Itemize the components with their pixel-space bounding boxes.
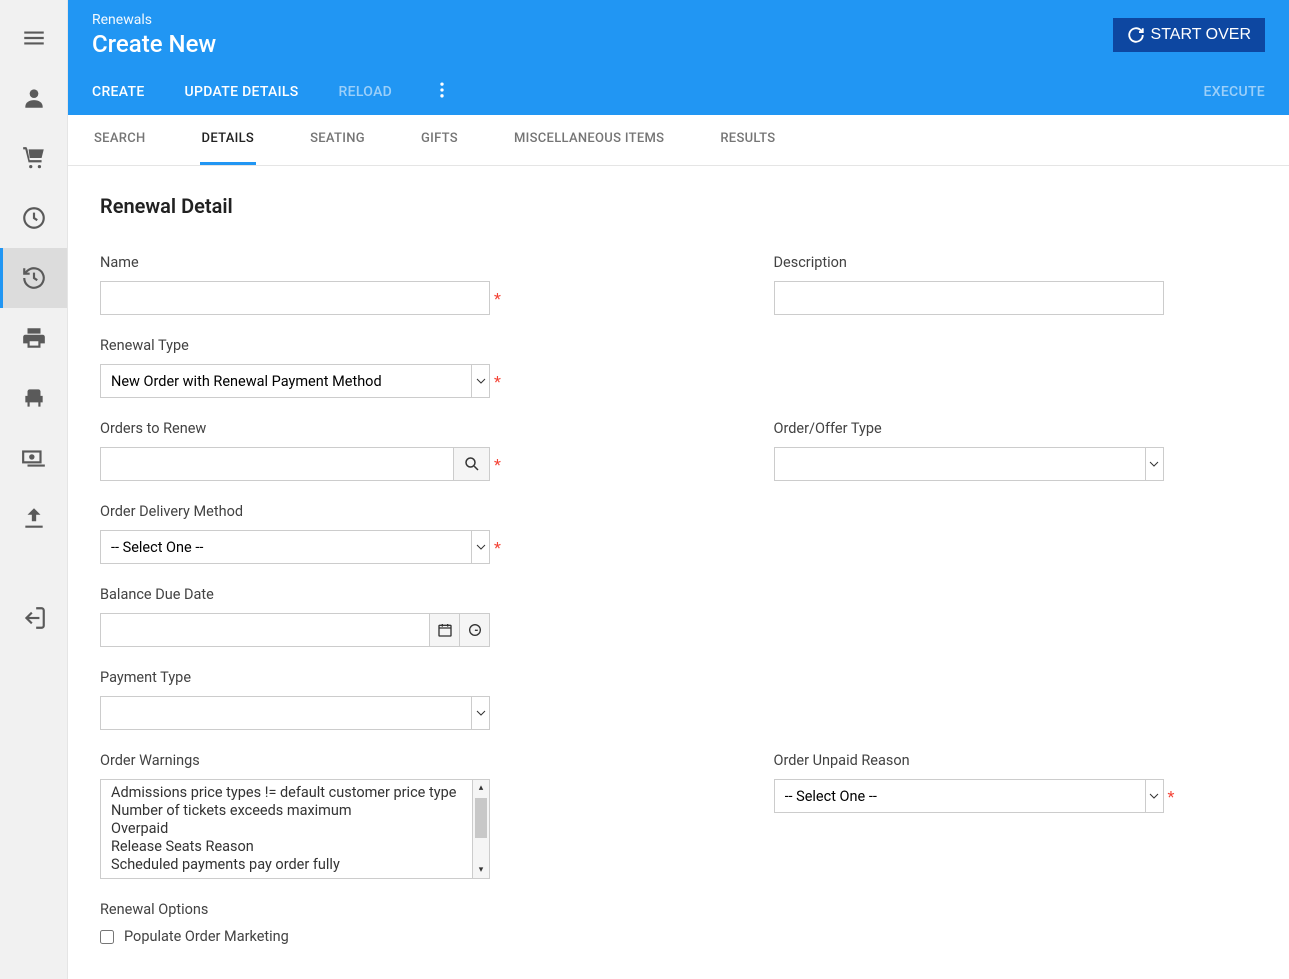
page-title: Create New bbox=[92, 30, 216, 58]
cart-icon[interactable] bbox=[0, 128, 67, 188]
user-icon[interactable] bbox=[0, 68, 67, 128]
chevron-down-icon[interactable] bbox=[472, 696, 490, 730]
action-reload: RELOAD bbox=[339, 84, 393, 100]
renewal-type-select[interactable] bbox=[100, 364, 472, 398]
delivery-method-select[interactable] bbox=[100, 530, 472, 564]
order-warnings-label: Order Warnings bbox=[100, 752, 584, 769]
description-input[interactable] bbox=[774, 281, 1164, 315]
unpaid-reason-select[interactable] bbox=[774, 779, 1146, 813]
refresh-icon bbox=[1127, 26, 1145, 44]
print-icon[interactable] bbox=[0, 308, 67, 368]
unpaid-reason-label: Order Unpaid Reason bbox=[774, 752, 1258, 769]
tab-seating[interactable]: SEATING bbox=[308, 115, 367, 165]
required-marker: * bbox=[494, 289, 501, 308]
more-icon[interactable] bbox=[432, 80, 452, 104]
scroll-up-icon[interactable]: ▴ bbox=[473, 780, 489, 796]
chevron-down-icon[interactable] bbox=[472, 530, 490, 564]
list-item[interactable]: Overpaid bbox=[101, 820, 472, 838]
action-execute: EXECUTE bbox=[1204, 84, 1266, 100]
payment-type-select[interactable] bbox=[100, 696, 472, 730]
renewal-type-label: Renewal Type bbox=[100, 337, 584, 354]
orders-to-renew-input[interactable] bbox=[100, 447, 454, 481]
required-marker: * bbox=[494, 372, 501, 391]
menu-icon[interactable] bbox=[0, 8, 67, 68]
required-marker: * bbox=[494, 455, 501, 474]
orders-to-renew-label: Orders to Renew bbox=[100, 420, 584, 437]
seat-icon[interactable] bbox=[0, 368, 67, 428]
search-icon[interactable] bbox=[454, 447, 490, 481]
tab-results[interactable]: RESULTS bbox=[718, 115, 777, 165]
logout-icon[interactable] bbox=[0, 588, 67, 648]
action-bar: CREATE UPDATE DETAILS RELOAD EXECUTE bbox=[68, 68, 1289, 115]
list-item[interactable]: Number of tickets exceeds maximum bbox=[101, 802, 472, 820]
chevron-down-icon[interactable] bbox=[472, 364, 490, 398]
required-marker: * bbox=[494, 538, 501, 557]
tab-bar: SEARCH DETAILS SEATING GIFTS MISCELLANEO… bbox=[68, 115, 1289, 166]
order-offer-type-select[interactable] bbox=[774, 447, 1146, 481]
description-label: Description bbox=[774, 254, 1258, 271]
time-icon[interactable] bbox=[460, 613, 490, 647]
populate-marketing-label: Populate Order Marketing bbox=[124, 928, 289, 945]
list-item[interactable]: Scheduled payments pay order fully bbox=[101, 856, 472, 874]
renewal-options-label: Renewal Options bbox=[100, 901, 1257, 918]
required-marker: * bbox=[1168, 787, 1175, 806]
order-warnings-listbox[interactable]: Admissions price types != default custom… bbox=[100, 779, 472, 879]
section-heading: Renewal Detail bbox=[100, 194, 1257, 218]
scrollbar[interactable]: ▴ ▾ bbox=[472, 779, 490, 879]
tab-gifts[interactable]: GIFTS bbox=[419, 115, 460, 165]
action-update[interactable]: UPDATE DETAILS bbox=[185, 84, 299, 100]
payment-type-label: Payment Type bbox=[100, 669, 584, 686]
left-sidebar bbox=[0, 0, 68, 979]
chevron-down-icon[interactable] bbox=[1146, 447, 1164, 481]
money-icon[interactable] bbox=[0, 428, 67, 488]
calendar-icon[interactable] bbox=[430, 613, 460, 647]
start-over-button[interactable]: START OVER bbox=[1113, 18, 1265, 52]
populate-marketing-checkbox[interactable] bbox=[100, 930, 114, 944]
list-item[interactable]: Release Seats Reason bbox=[101, 838, 472, 856]
chevron-down-icon[interactable] bbox=[1146, 779, 1164, 813]
history-icon[interactable] bbox=[0, 248, 67, 308]
upload-icon[interactable] bbox=[0, 488, 67, 548]
delivery-method-label: Order Delivery Method bbox=[100, 503, 584, 520]
tab-misc[interactable]: MISCELLANEOUS ITEMS bbox=[512, 115, 666, 165]
order-offer-type-label: Order/Offer Type bbox=[774, 420, 1258, 437]
clock-icon[interactable] bbox=[0, 188, 67, 248]
balance-due-input[interactable] bbox=[100, 613, 430, 647]
breadcrumb: Renewals bbox=[92, 12, 216, 28]
balance-due-label: Balance Due Date bbox=[100, 586, 584, 603]
list-item[interactable]: Admissions price types != default custom… bbox=[101, 784, 472, 802]
scroll-down-icon[interactable]: ▾ bbox=[473, 862, 489, 878]
tab-search[interactable]: SEARCH bbox=[92, 115, 148, 165]
name-input[interactable] bbox=[100, 281, 490, 315]
page-header: Renewals Create New START OVER bbox=[68, 0, 1289, 68]
tab-details[interactable]: DETAILS bbox=[200, 115, 257, 165]
name-label: Name bbox=[100, 254, 584, 271]
action-create[interactable]: CREATE bbox=[92, 84, 145, 100]
